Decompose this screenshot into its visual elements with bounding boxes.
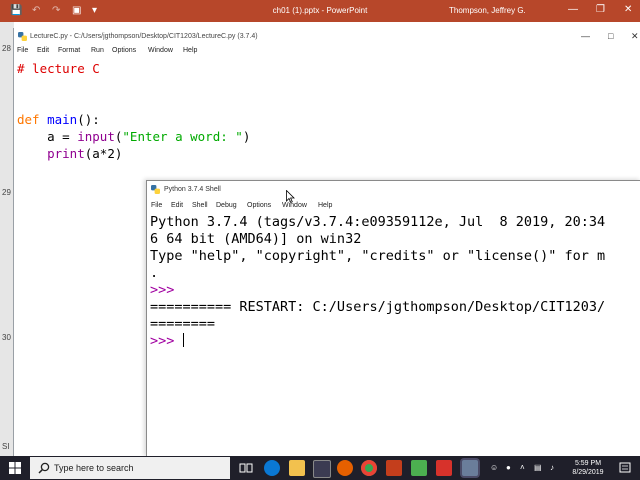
menu-edit[interactable]: Edit [37,47,49,54]
python-icon [18,32,27,41]
shell-menu-bar: File Edit Shell Debug Options Window Hel… [147,200,640,213]
builtin-input: input [77,129,115,144]
python-idle-icon[interactable] [462,460,478,476]
menu-window[interactable]: Window [282,202,307,209]
close-icon[interactable]: ✕ [631,31,639,42]
shell-banner-line: 6 64 bit (AMD64)] on win32 [150,231,362,247]
search-placeholder: Type here to search [54,463,134,473]
powerpoint-document-title: ch01 (1).pptx - PowerPoint [272,6,368,15]
menu-format[interactable]: Format [58,47,80,54]
menu-file[interactable]: File [151,202,162,209]
editor-menu-bar: File Edit Format Run Options Window Help [14,45,640,58]
code-comment: # lecture C [17,61,100,76]
code-editor[interactable]: # lecture C def main(): a = input("Enter… [17,60,250,162]
slide-thumbnail-strip[interactable]: 28 29 30 SI [0,22,14,456]
user-name[interactable]: Thompson, Jeffrey G. [449,6,526,15]
menu-help[interactable]: Help [318,202,332,209]
taskbar-clock[interactable]: 5:59 PM 8/29/2019 [566,459,610,477]
shell-banner-line: . [150,265,159,281]
menu-help[interactable]: Help [183,47,197,54]
people-icon[interactable]: ☺ [490,463,498,472]
editor-title-bar[interactable]: LectureC.py - C:/Users/jgthompson/Deskto… [14,28,640,45]
shell-prompt: >>> [150,282,175,298]
code-text: (a*2) [84,146,123,161]
taskbar-search-box[interactable]: Type here to search [30,457,230,479]
code-text: ) [242,129,251,144]
slide-number: 28 [2,44,11,53]
shell-title: Python 3.7.4 Shell [164,186,221,193]
shell-window: Python 3.7.4 Shell File Edit Shell Debug… [146,180,640,457]
green-app-icon[interactable] [411,460,427,476]
chrome-icon[interactable] [361,460,377,476]
volume-icon[interactable]: ♪ [550,463,554,472]
microphone-icon[interactable]: ● [506,463,511,472]
clock-date: 8/29/2019 [572,469,604,476]
slide-number: 30 [2,333,11,342]
restore-icon[interactable]: ❐ [596,4,605,15]
task-view-icon[interactable] [238,460,254,476]
powerpoint-title-bar: 💾 ↶ ↷ ▣ ▾ ch01 (1).pptx - PowerPoint Tho… [0,0,640,22]
editor-title: LectureC.py - C:/Users/jgthompson/Deskto… [30,33,258,40]
slide-number: 29 [2,188,11,197]
network-icon[interactable]: ▤ [534,463,542,472]
menu-run[interactable]: Run [91,47,104,54]
restart-line: ========== RESTART: C:/Users/jgthompson/… [150,299,606,315]
taskbar: Type here to search ☺ ● ˄ ▤ ♪ 5:59 PM 8/… [0,456,640,480]
mouse-cursor-icon [286,190,295,203]
tray-chevron-icon[interactable]: ˄ [520,463,525,472]
minimize-icon[interactable]: — [568,4,578,15]
shell-banner-line: Python 3.7.4 (tags/v3.7.4:e09359112e, Ju… [150,214,606,230]
menu-options[interactable]: Options [247,202,271,209]
shell-title-bar[interactable]: Python 3.7.4 Shell [147,181,640,198]
menu-options[interactable]: Options [112,47,136,54]
powerpoint-icon[interactable] [386,460,402,476]
shell-banner-line: Type "help", "copyright", "credits" or "… [150,248,606,264]
menu-file[interactable]: File [17,47,28,54]
notifications-icon[interactable] [617,460,633,476]
maximize-icon[interactable]: □ [608,31,613,41]
search-icon [38,462,50,474]
menu-shell[interactable]: Shell [192,202,208,209]
string-literal: "Enter a word: " [122,129,243,144]
slide-number: SI [2,442,10,451]
code-text: a = [17,129,78,144]
restart-line: ======== [150,316,216,332]
menu-edit[interactable]: Edit [171,202,183,209]
red-app-icon[interactable] [436,460,452,476]
edge-browser-icon[interactable] [264,460,280,476]
firefox-icon[interactable] [337,460,353,476]
minimize-icon[interactable]: — [581,31,590,41]
keyword-def: def [17,112,40,127]
menu-window[interactable]: Window [148,47,173,54]
code-text: (): [77,112,100,127]
windows-start-icon[interactable] [9,462,21,474]
clock-time: 5:59 PM [574,460,602,467]
function-name: main [47,112,78,127]
store-icon[interactable] [313,460,331,478]
menu-debug[interactable]: Debug [216,202,237,209]
python-icon [151,185,160,194]
file-explorer-icon[interactable] [289,460,305,476]
shell-output[interactable]: Python 3.7.4 (tags/v3.7.4:e09359112e, Ju… [150,214,640,350]
text-caret [182,333,184,347]
close-icon[interactable]: ✕ [624,4,632,15]
builtin-print: print [47,146,85,161]
shell-prompt: >>> [150,333,175,349]
